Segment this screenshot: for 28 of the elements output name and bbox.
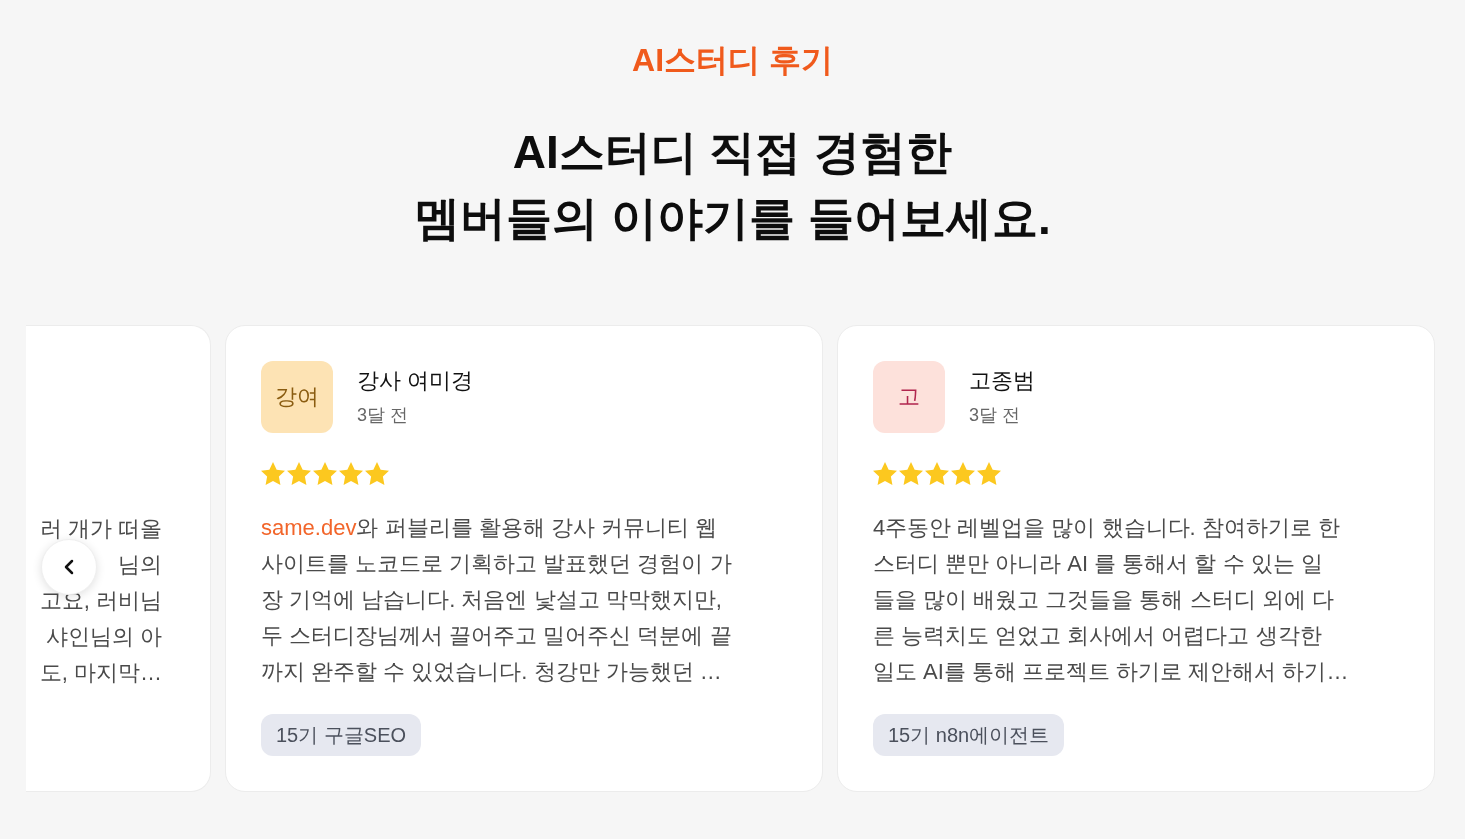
star-icon: [951, 462, 975, 485]
star-icon: [899, 462, 923, 485]
review-text-fragment: 도, 마지막…: [39, 663, 162, 683]
review-time: 3달 전: [357, 404, 409, 427]
review-text-fragment: 고요, 러비님: [39, 591, 162, 611]
star-icon: [287, 462, 311, 485]
study-tag: 15기 구글SEO: [261, 714, 422, 756]
avatar-initials: 고: [898, 383, 920, 411]
section-eyebrow: AI스터디 후기: [632, 41, 833, 80]
review-link[interactable]: same.dev: [261, 515, 357, 540]
section-heading: AI스터디 직접 경험한 멤버들의 이야기를 들어보세요.: [414, 125, 1051, 246]
review-text-fragment: 님의: [118, 555, 162, 575]
review-text-fragment: 샤인님의 아: [45, 627, 162, 647]
study-tag: 15기 n8n에이전트: [873, 714, 1065, 756]
star-icon: [873, 462, 897, 485]
review-time: 3달 전: [969, 404, 1021, 427]
avatar-initials: 강여: [275, 383, 319, 411]
star-icon: [977, 462, 1001, 485]
reviewer-name: 강사 여미경: [357, 367, 474, 395]
review-text-fragment: 러 개가 떠올: [39, 519, 162, 539]
star-icon: [261, 462, 285, 485]
star-icon: [313, 462, 337, 485]
star-icon: [925, 462, 949, 485]
review-text: same.dev와 퍼블리를 활용해 강사 커뮤니티 웹 사이트를 노코드로 기획하고 발표했던 경험이 가 장 기억에 남습니다. 처음엔 낯설고 막막했지만, 두 스터디장님께서 끌어주고 밀어주신 덕분에 끝 까지 완주할 수 있었습니다. 청강만 가능했던 …: [261, 514, 733, 686]
star-icon: [339, 462, 363, 485]
reviewer-name: 고종범: [969, 367, 1035, 395]
star-icon: [365, 462, 389, 485]
review-text: 4주동안 레벨업을 많이 했습니다. 참여하기로 한 스터디 뿐만 아니라 AI 를 통해서 할 수 있는 일 들을 많이 배웠고 그것들을 통해 스터디 외에 다 른 능력치도 얻었고 회사에서 어렵다고 생각한 일도 AI를 통해 프로젝트 하기로 제안해서 하기…: [873, 514, 1350, 686]
